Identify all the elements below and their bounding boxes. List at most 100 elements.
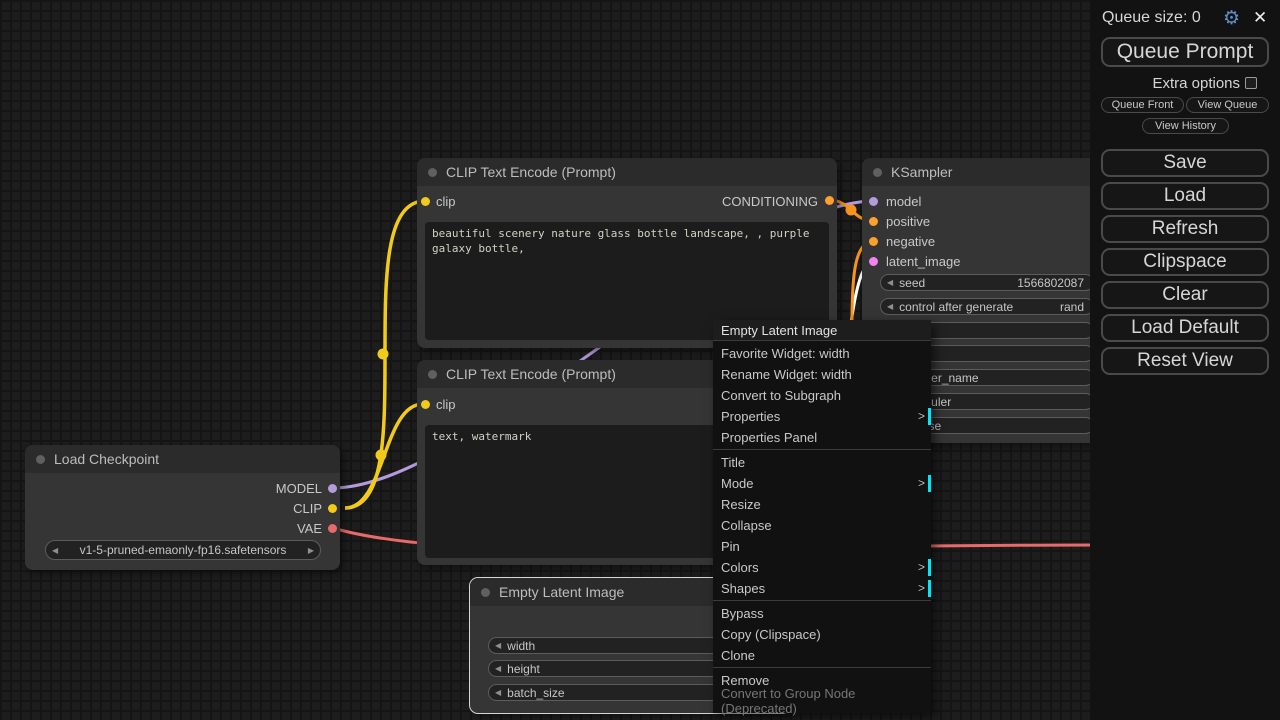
node-collapse-dot-icon[interactable] bbox=[481, 588, 490, 597]
clear-button[interactable]: Clear bbox=[1101, 281, 1269, 309]
output-label-vae: VAE bbox=[297, 521, 322, 536]
vae-output-dot[interactable] bbox=[328, 524, 337, 533]
menu-item-pin[interactable]: Pin bbox=[713, 536, 931, 557]
model-input-dot[interactable] bbox=[869, 197, 878, 206]
next-value-arrow-icon[interactable]: ▶ bbox=[302, 546, 320, 555]
queue-prompt-button[interactable]: Queue Prompt bbox=[1101, 37, 1269, 67]
menu-item-resize[interactable]: Resize bbox=[713, 494, 931, 515]
conditioning-output-dot[interactable] bbox=[825, 196, 834, 205]
submenu-highlight-bar bbox=[928, 580, 932, 597]
node-load-checkpoint[interactable]: Load Checkpoint MODEL CLIP VAE ◀ v1-5-pr… bbox=[25, 445, 340, 570]
menu-item-properties[interactable]: Properties > bbox=[713, 406, 931, 427]
load-default-button[interactable]: Load Default bbox=[1101, 314, 1269, 342]
decrement-arrow-icon[interactable]: ◀ bbox=[489, 688, 507, 697]
output-label-clip: CLIP bbox=[293, 501, 322, 516]
node-title: Load Checkpoint bbox=[54, 451, 159, 467]
menu-item-shapes[interactable]: Shapes > bbox=[713, 578, 931, 599]
link-midpoint-dot[interactable] bbox=[846, 205, 857, 216]
menu-item-mode[interactable]: Mode > bbox=[713, 473, 931, 494]
model-input-label: model bbox=[886, 194, 921, 209]
view-history-button[interactable]: View History bbox=[1142, 118, 1229, 134]
menu-item-colors[interactable]: Colors > bbox=[713, 557, 931, 578]
node-title-bar[interactable]: KSampler bbox=[862, 158, 1102, 186]
ckpt-name-value: v1-5-pruned-emaonly-fp16.safetensors bbox=[64, 543, 302, 557]
reset-view-button[interactable]: Reset View bbox=[1101, 347, 1269, 375]
menu-item-label: Mode bbox=[721, 476, 754, 491]
menu-item-collapse[interactable]: Collapse bbox=[713, 515, 931, 536]
settings-gear-icon[interactable]: ⚙ bbox=[1223, 7, 1240, 29]
clip-input-dot[interactable] bbox=[421, 400, 430, 409]
negative-input-dot[interactable] bbox=[869, 237, 878, 246]
node-collapse-dot-icon[interactable] bbox=[428, 168, 437, 177]
widget-label: width bbox=[507, 639, 535, 653]
model-output-dot[interactable] bbox=[328, 484, 337, 493]
widget-value: rand bbox=[1060, 300, 1093, 314]
menu-item-title[interactable]: Title bbox=[713, 452, 931, 473]
node-collapse-dot-icon[interactable] bbox=[428, 370, 437, 379]
negative-input-label: negative bbox=[886, 234, 935, 249]
save-button[interactable]: Save bbox=[1101, 149, 1269, 177]
latent-image-input-dot[interactable] bbox=[869, 257, 878, 266]
clip-input-label: clip bbox=[436, 194, 456, 209]
extra-options-checkbox[interactable] bbox=[1245, 77, 1257, 89]
submenu-highlight-bar bbox=[928, 475, 932, 492]
latent-image-input-label: latent_image bbox=[886, 254, 960, 269]
load-button[interactable]: Load bbox=[1101, 182, 1269, 210]
menu-item-label: Colors bbox=[721, 560, 759, 575]
extra-options-label: Extra options bbox=[1090, 75, 1240, 92]
clip-output-dot[interactable] bbox=[328, 504, 337, 513]
batch-size-widget[interactable]: ◀ batch_size bbox=[488, 684, 750, 701]
comfy-menu-panel: Queue size: 0 ⚙ ✕ Queue Prompt Extra opt… bbox=[1090, 0, 1280, 720]
widget-value: 1566802087 bbox=[1017, 276, 1093, 290]
node-title-bar[interactable]: Load Checkpoint bbox=[25, 445, 340, 473]
control-after-generate-widget[interactable]: ◀ control after generate rand bbox=[880, 298, 1094, 315]
ckpt-name-combo[interactable]: ◀ v1-5-pruned-emaonly-fp16.safetensors ▶ bbox=[45, 540, 321, 560]
node-title: Empty Latent Image bbox=[499, 584, 624, 600]
node-collapse-dot-icon[interactable] bbox=[36, 455, 45, 464]
width-widget[interactable]: ◀ width bbox=[488, 637, 750, 654]
widget-label: control after generate bbox=[899, 300, 1013, 314]
queue-front-button[interactable]: Queue Front bbox=[1101, 97, 1184, 113]
queue-size-label: Queue size: 0 bbox=[1102, 9, 1201, 27]
menu-item-convert-to-subgraph[interactable]: Convert to Subgraph bbox=[713, 385, 931, 406]
seed-widget[interactable]: ◀ seed 1566802087 bbox=[880, 274, 1094, 291]
widget-label: seed bbox=[899, 276, 925, 290]
context-menu-header: Empty Latent Image bbox=[713, 320, 931, 340]
close-icon[interactable]: ✕ bbox=[1253, 8, 1267, 28]
clip-input-dot[interactable] bbox=[421, 197, 430, 206]
link-midpoint-dot[interactable] bbox=[376, 450, 387, 461]
node-title: KSampler bbox=[891, 164, 952, 180]
node-title: CLIP Text Encode (Prompt) bbox=[446, 366, 616, 382]
menu-item-rename-widget[interactable]: Rename Widget: width bbox=[713, 364, 931, 385]
widget-label: batch_size bbox=[507, 686, 564, 700]
menu-item-copy-clipspace[interactable]: Copy (Clipspace) bbox=[713, 624, 931, 645]
decrement-arrow-icon[interactable]: ◀ bbox=[489, 641, 507, 650]
node-title: CLIP Text Encode (Prompt) bbox=[446, 164, 616, 180]
menu-item-label: Properties bbox=[721, 409, 780, 424]
widget-label: height bbox=[507, 662, 540, 676]
menu-item-bypass[interactable]: Bypass bbox=[713, 603, 931, 624]
menu-item-properties-panel[interactable]: Properties Panel bbox=[713, 427, 931, 448]
decrement-arrow-icon[interactable]: ◀ bbox=[881, 302, 899, 311]
refresh-button[interactable]: Refresh bbox=[1101, 215, 1269, 243]
view-queue-button[interactable]: View Queue bbox=[1186, 97, 1269, 113]
conditioning-output-label: CONDITIONING bbox=[722, 194, 818, 209]
menu-item-label: Shapes bbox=[721, 581, 765, 596]
decrement-arrow-icon[interactable]: ◀ bbox=[881, 278, 899, 287]
submenu-highlight-bar bbox=[928, 559, 932, 576]
link-midpoint-dot[interactable] bbox=[378, 349, 389, 360]
clipspace-button[interactable]: Clipspace bbox=[1101, 248, 1269, 276]
prev-value-arrow-icon[interactable]: ◀ bbox=[46, 546, 64, 555]
positive-input-dot[interactable] bbox=[869, 217, 878, 226]
menu-item-convert-to-group-node: Convert to Group Node (Deprecated) bbox=[713, 691, 931, 712]
node-title-bar[interactable]: CLIP Text Encode (Prompt) bbox=[417, 158, 837, 186]
output-label-model: MODEL bbox=[276, 481, 322, 496]
positive-input-label: positive bbox=[886, 214, 930, 229]
node-collapse-dot-icon[interactable] bbox=[873, 168, 882, 177]
menu-item-favorite-widget[interactable]: Favorite Widget: width bbox=[713, 343, 931, 364]
decrement-arrow-icon[interactable]: ◀ bbox=[489, 664, 507, 673]
height-widget[interactable]: ◀ height bbox=[488, 660, 750, 677]
menu-item-clone[interactable]: Clone bbox=[713, 645, 931, 666]
node-context-menu: Empty Latent Image Favorite Widget: widt… bbox=[713, 320, 931, 713]
node-graph-canvas[interactable]: Load Checkpoint MODEL CLIP VAE ◀ v1-5-pr… bbox=[0, 0, 1280, 720]
